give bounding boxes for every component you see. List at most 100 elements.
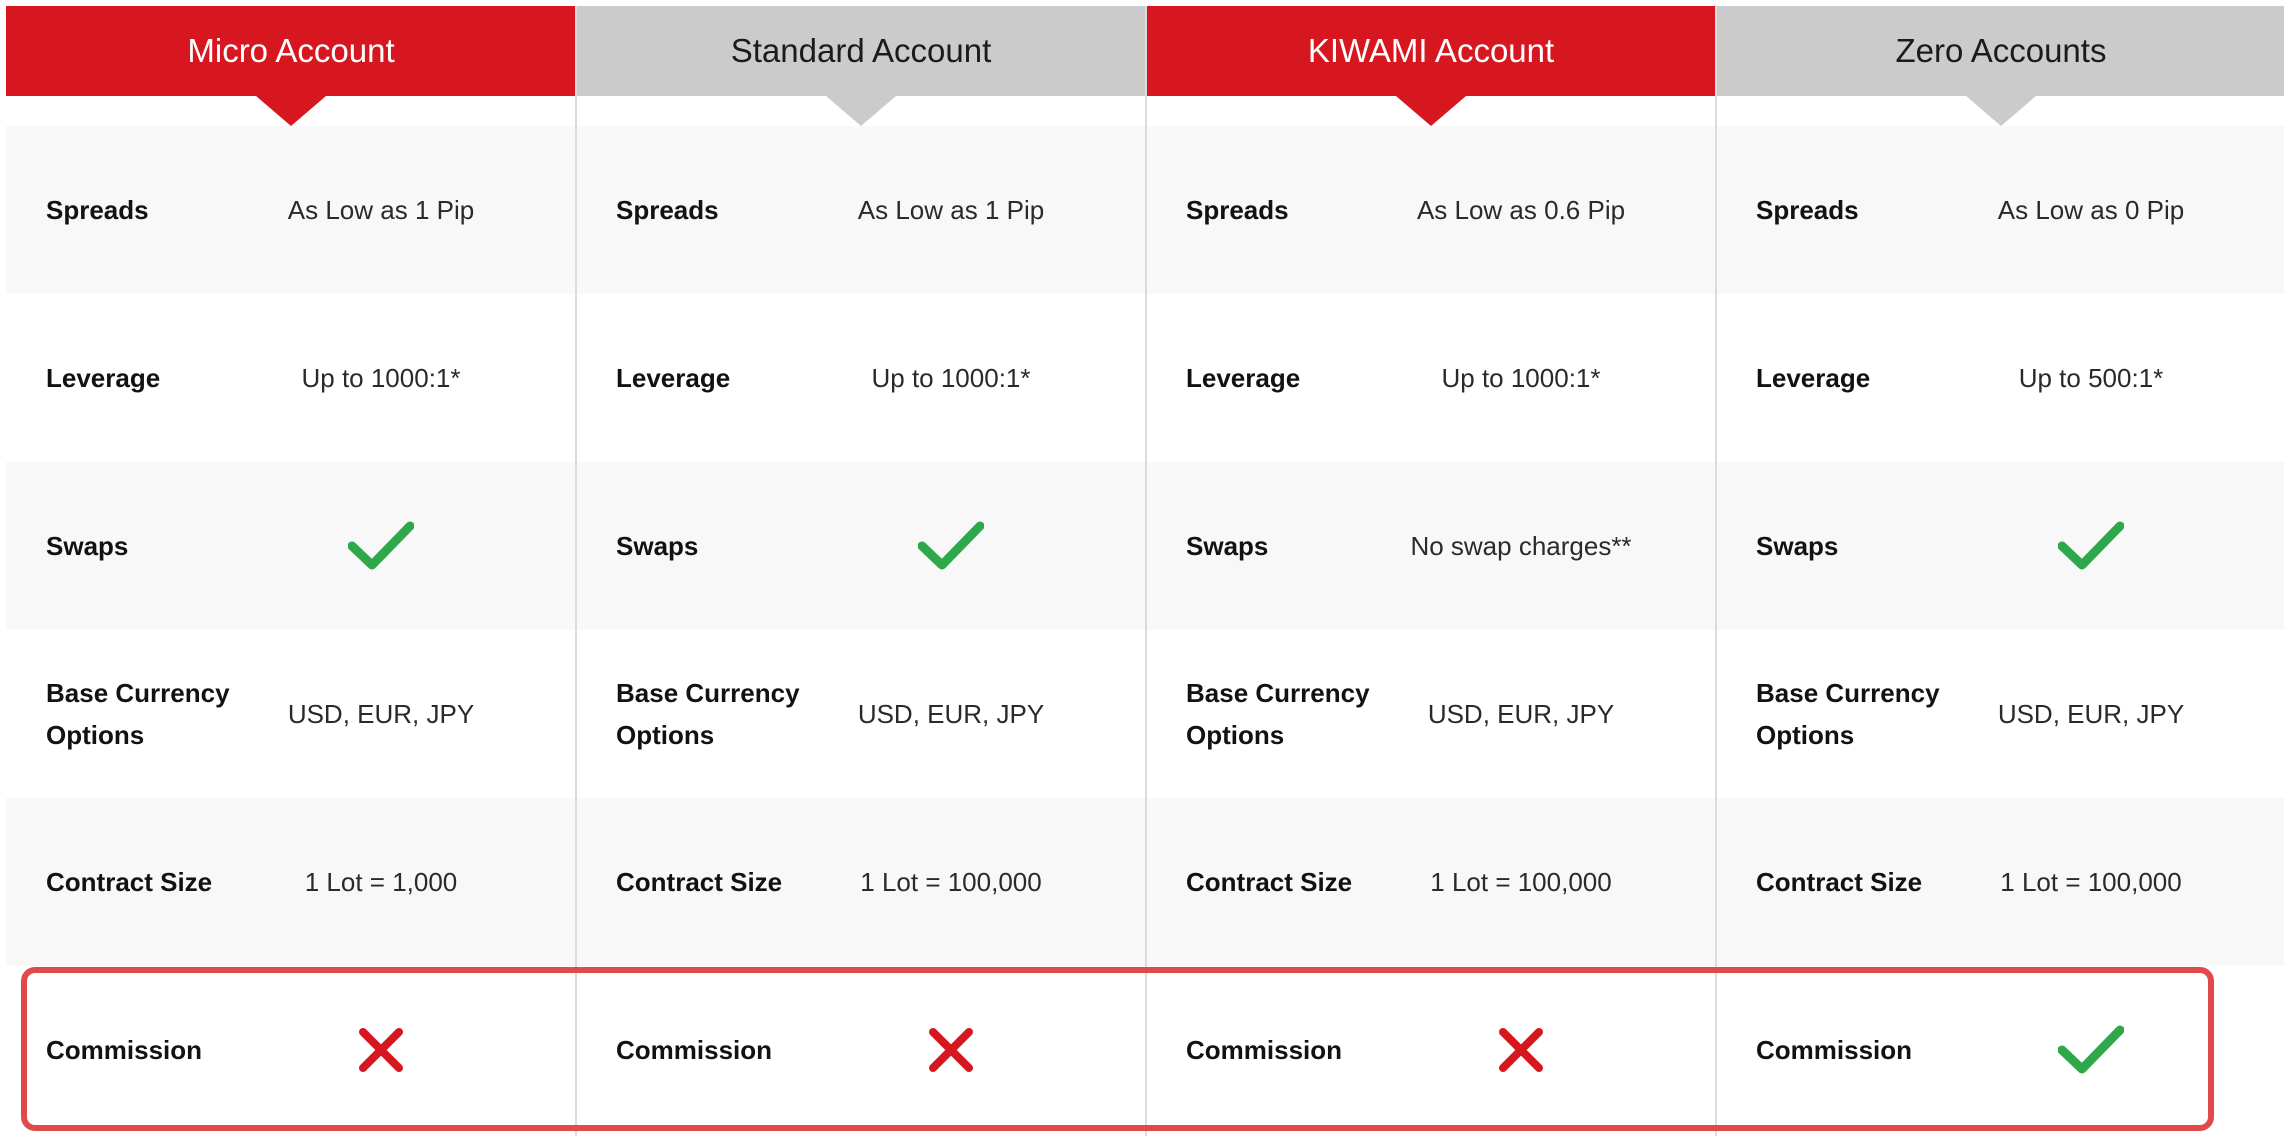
feature-label-line1: Base Currency (1186, 678, 1370, 708)
spreads-value: As Low as 0.6 Pip (1416, 194, 1626, 225)
feature-label: Swaps (1186, 531, 1269, 561)
feature-label: Contract Size (46, 867, 213, 897)
row-spreads: Spreads As Low as 1 Pip (576, 126, 1146, 294)
feature-label: Spreads (1186, 195, 1289, 225)
cross-icon (1371, 1010, 1671, 1090)
contract-size-value: 1 Lot = 100,000 (2000, 866, 2182, 897)
feature-label-line1: Base Currency (616, 678, 800, 708)
column-divider (575, 6, 577, 1136)
spreads-value: As Low as 0 Pip (1997, 194, 2185, 225)
leverage-value: Up to 1000:1* (871, 362, 1031, 393)
base-currency-value: USD, EUR, JPY (1997, 698, 2185, 729)
row-base-currency: Base Currency Options USD, EUR, JPY (1146, 630, 1716, 798)
row-contract-size: Contract Size 1 Lot = 1,000 (6, 798, 576, 966)
contract-size-value: 1 Lot = 100,000 (860, 866, 1042, 897)
feature-label-line1: Base Currency (1756, 678, 1940, 708)
active-pointer-icon (256, 96, 326, 126)
row-commission: Commission (1716, 966, 2284, 1134)
account-name: KIWAMI Account (1307, 32, 1555, 69)
feature-label: Commission (616, 1035, 773, 1065)
row-swaps: Swaps (1716, 462, 2284, 630)
feature-label: Base Currency Options (1756, 672, 1956, 756)
account-tab-zero[interactable]: Zero Accounts (1716, 6, 2284, 126)
account-column-standard: Standard Account Spreads As Low as 1 Pip… (576, 6, 1146, 1136)
row-swaps: Swaps (576, 462, 1146, 630)
feature-label: Commission (1186, 1035, 1343, 1065)
row-base-currency: Base Currency Options USD, EUR, JPY (576, 630, 1146, 798)
account-column-micro: Micro Account Spreads As Low as 1 Pip Le… (6, 6, 576, 1136)
checkmark-icon (801, 506, 1101, 586)
feature-label: Leverage (1186, 363, 1301, 393)
feature-label: Spreads (616, 195, 719, 225)
swaps-value: No swap charges** (1410, 530, 1632, 561)
account-column-kiwami: KIWAMI Account Spreads As Low as 0.6 Pip… (1146, 6, 1716, 1136)
base-currency-value: USD, EUR, JPY (1427, 698, 1615, 729)
feature-label-line2: Options (46, 720, 145, 750)
column-divider (1145, 6, 1147, 1136)
account-column-zero: Zero Accounts Spreads As Low as 0 Pip Le… (1716, 6, 2284, 1136)
row-spreads: Spreads As Low as 0.6 Pip (1146, 126, 1716, 294)
account-comparison-table: Micro Account Spreads As Low as 1 Pip Le… (6, 6, 2284, 1136)
feature-label: Leverage (1756, 363, 1871, 393)
row-base-currency: Base Currency Options USD, EUR, JPY (6, 630, 576, 798)
row-swaps: Swaps No swap charges** (1146, 462, 1716, 630)
feature-label: Swaps (46, 531, 129, 561)
row-commission: Commission (6, 966, 576, 1134)
account-tab-kiwami[interactable]: KIWAMI Account (1146, 6, 1716, 126)
row-spreads: Spreads As Low as 0 Pip (1716, 126, 2284, 294)
account-name: Zero Accounts (1895, 32, 2107, 69)
account-tab-standard[interactable]: Standard Account (576, 6, 1146, 126)
row-contract-size: Contract Size 1 Lot = 100,000 (576, 798, 1146, 966)
feature-label: Spreads (46, 195, 149, 225)
contract-size-value: 1 Lot = 1,000 (304, 866, 458, 897)
feature-label: Contract Size (1756, 867, 1923, 897)
feature-label-line2: Options (1186, 720, 1285, 750)
feature-label: Base Currency Options (46, 672, 246, 756)
row-base-currency: Base Currency Options USD, EUR, JPY (1716, 630, 2284, 798)
row-contract-size: Contract Size 1 Lot = 100,000 (1146, 798, 1716, 966)
feature-label: Commission (1756, 1035, 1913, 1065)
account-name: Standard Account (730, 32, 992, 69)
feature-label: Contract Size (1186, 867, 1353, 897)
checkmark-icon (1941, 1010, 2241, 1090)
feature-label: Leverage (616, 363, 731, 393)
feature-label: Base Currency Options (1186, 672, 1386, 756)
feature-label-line1: Base Currency (46, 678, 230, 708)
feature-label: Swaps (1756, 531, 1839, 561)
row-leverage: Leverage Up to 500:1* (1716, 294, 2284, 462)
cross-icon (801, 1010, 1101, 1090)
feature-label: Commission (46, 1035, 203, 1065)
feature-label: Contract Size (616, 867, 783, 897)
pointer-icon (1966, 96, 2036, 126)
active-pointer-icon (1396, 96, 1466, 126)
row-swaps: Swaps (6, 462, 576, 630)
checkmark-icon (231, 506, 531, 586)
base-currency-value: USD, EUR, JPY (287, 698, 475, 729)
feature-label: Base Currency Options (616, 672, 816, 756)
base-currency-value: USD, EUR, JPY (857, 698, 1045, 729)
feature-label-line2: Options (616, 720, 715, 750)
checkmark-icon (1941, 506, 2241, 586)
row-leverage: Leverage Up to 1000:1* (6, 294, 576, 462)
leverage-value: Up to 500:1* (2018, 362, 2164, 393)
row-leverage: Leverage Up to 1000:1* (576, 294, 1146, 462)
leverage-value: Up to 1000:1* (301, 362, 461, 393)
row-spreads: Spreads As Low as 1 Pip (6, 126, 576, 294)
row-commission: Commission (1146, 966, 1716, 1134)
account-name: Micro Account (187, 32, 395, 69)
feature-label: Spreads (1756, 195, 1859, 225)
row-contract-size: Contract Size 1 Lot = 100,000 (1716, 798, 2284, 966)
contract-size-value: 1 Lot = 100,000 (1430, 866, 1612, 897)
leverage-value: Up to 1000:1* (1441, 362, 1601, 393)
pointer-icon (826, 96, 896, 126)
feature-label: Leverage (46, 363, 161, 393)
spreads-value: As Low as 1 Pip (287, 194, 475, 225)
feature-label-line2: Options (1756, 720, 1855, 750)
row-commission: Commission (576, 966, 1146, 1134)
feature-label: Swaps (616, 531, 699, 561)
column-divider (1715, 6, 1717, 1136)
row-leverage: Leverage Up to 1000:1* (1146, 294, 1716, 462)
cross-icon (231, 1010, 531, 1090)
account-tab-micro[interactable]: Micro Account (6, 6, 576, 126)
spreads-value: As Low as 1 Pip (857, 194, 1045, 225)
